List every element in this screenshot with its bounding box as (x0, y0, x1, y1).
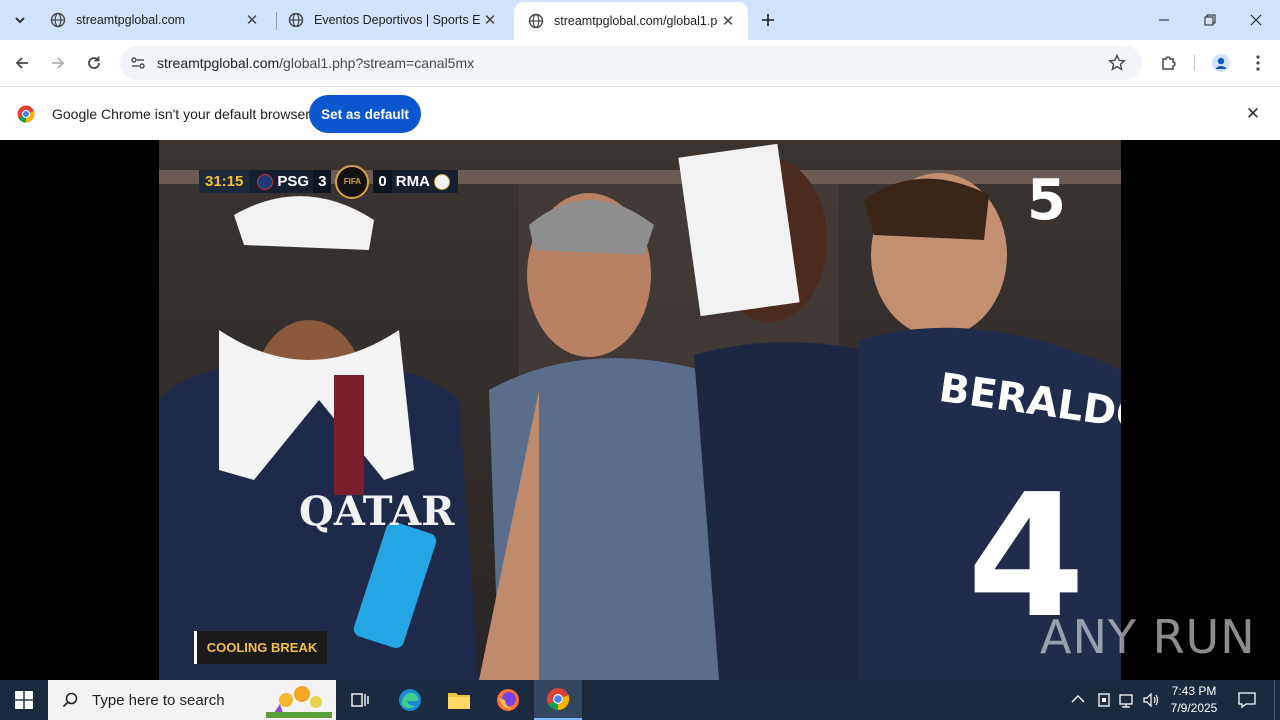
windows-taskbar: Type here to search 7:43 PM 7/9/2025 (0, 680, 1280, 720)
restore-button[interactable] (1187, 0, 1233, 40)
globe-icon (288, 12, 304, 28)
edge-taskbar-button[interactable] (386, 680, 434, 720)
restore-icon (1204, 14, 1216, 26)
browser-toolbar: streamtpglobal.com/global1.php?stream=ca… (0, 40, 1280, 86)
home-team: PSG (249, 170, 314, 193)
reload-button[interactable] (80, 49, 108, 77)
tab-streamtpglobal[interactable]: streamtpglobal.com ✕ (36, 0, 272, 40)
tab-title: Eventos Deportivos | Sports Eve (314, 13, 480, 27)
chevron-up-icon[interactable] (1071, 694, 1085, 704)
sponsor-text: QATAR (299, 488, 455, 535)
tab-search-button[interactable] (8, 8, 32, 32)
url-path: /global1.php?stream=canal5mx (279, 55, 475, 71)
show-desktop-button[interactable] (1274, 680, 1280, 720)
extensions-button[interactable] (1155, 49, 1183, 77)
site-info-icon[interactable] (130, 55, 146, 71)
back-button[interactable] (8, 49, 36, 77)
globe-icon (528, 13, 544, 29)
arrow-left-icon (15, 57, 28, 69)
task-view-icon (351, 693, 369, 707)
tab-title: streamtpglobal.com/global1.ph (554, 14, 718, 28)
reload-icon (88, 56, 100, 69)
set-as-default-button[interactable]: Set as default (309, 95, 421, 133)
notification-icon[interactable] (1238, 691, 1256, 709)
globe-icon (50, 12, 66, 28)
folder-icon (448, 693, 470, 709)
tab-strip: streamtpglobal.com ✕ Eventos Deportivos … (0, 0, 1280, 40)
taskbar-search-box[interactable]: Type here to search (48, 680, 336, 720)
url-text: streamtpglobal.com/global1.php?stream=ca… (157, 55, 474, 71)
flowers-decoration-icon (266, 686, 332, 718)
network-icon[interactable] (1119, 692, 1137, 708)
arrow-right-icon (52, 57, 65, 69)
page-content: BERALDO 4 QATAR 31:15 PSG 3 FIFA 0 RMA 5… (0, 140, 1280, 680)
puzzle-icon (1162, 56, 1176, 70)
channel-logo: 5 (1027, 168, 1066, 233)
forward-button[interactable] (44, 49, 72, 77)
more-vertical-icon (1256, 55, 1260, 71)
clock-date: 7/9/2025 (1170, 701, 1218, 715)
plus-icon (762, 14, 774, 26)
infobar-message: Google Chrome isn't your default browser (52, 106, 310, 122)
psg-crest-icon (257, 173, 274, 190)
away-score: 0 (373, 170, 392, 193)
video-frame-image: BERALDO 4 QATAR (159, 140, 1121, 680)
new-tab-button[interactable] (756, 8, 780, 32)
cooling-break-caption: COOLING BREAK (194, 631, 327, 664)
firefox-icon (497, 689, 519, 711)
tab-title: streamtpglobal.com (76, 13, 186, 27)
firefox-taskbar-button[interactable] (484, 680, 532, 720)
search-placeholder: Type here to search (92, 691, 225, 709)
close-tab-icon[interactable]: ✕ (480, 10, 500, 30)
tournament-logo-icon: FIFA (335, 164, 370, 199)
chevron-down-icon (15, 17, 25, 24)
minimize-button[interactable] (1141, 0, 1187, 40)
chrome-logo-icon (17, 105, 35, 123)
chrome-icon (547, 688, 570, 711)
anyrun-watermark: ANY RUN (1040, 610, 1256, 664)
away-team: RMA (391, 170, 458, 193)
close-tab-icon[interactable]: ✕ (242, 10, 262, 30)
close-icon (1250, 14, 1262, 26)
taskbar-clock[interactable]: 7:43 PM 7/9/2025 (1164, 683, 1224, 717)
file-explorer-button[interactable] (435, 680, 483, 720)
video-player[interactable]: BERALDO 4 QATAR 31:15 PSG 3 FIFA 0 RMA 5… (159, 140, 1121, 680)
infobar-close-icon[interactable]: ✕ (1242, 103, 1264, 125)
home-team-name: PSG (277, 173, 310, 190)
minimize-icon (1159, 19, 1169, 21)
away-team-name: RMA (395, 173, 430, 190)
address-bar[interactable]: streamtpglobal.com/global1.php?stream=ca… (120, 46, 1142, 80)
default-browser-infobar: Google Chrome isn't your default browser… (0, 86, 1280, 140)
match-clock: 31:15 (199, 170, 250, 193)
windows-logo-icon (15, 691, 33, 709)
toolbar-divider (1194, 55, 1195, 71)
close-window-button[interactable] (1233, 0, 1279, 40)
scoreboard: 31:15 PSG 3 FIFA 0 RMA (199, 164, 458, 199)
edge-icon (399, 689, 421, 711)
search-icon (62, 692, 78, 708)
start-button[interactable] (0, 680, 48, 720)
home-score: 3 (313, 170, 332, 193)
tab-active-global1[interactable]: streamtpglobal.com/global1.ph ✕ (514, 2, 748, 40)
clock-time: 7:43 PM (1171, 684, 1217, 698)
bookmark-star-icon[interactable] (1108, 54, 1126, 72)
chrome-taskbar-button[interactable] (534, 680, 582, 720)
profile-avatar-icon (1212, 54, 1230, 72)
task-view-button[interactable] (336, 680, 384, 720)
url-host: streamtpglobal.com (157, 55, 280, 71)
menu-button[interactable] (1244, 49, 1272, 77)
rma-crest-icon (433, 173, 450, 190)
usb-device-icon[interactable] (1096, 692, 1112, 708)
volume-icon[interactable] (1142, 692, 1160, 708)
close-tab-icon[interactable]: ✕ (718, 11, 738, 31)
tab-eventos-deportivos[interactable]: Eventos Deportivos | Sports Eve ✕ (274, 0, 510, 40)
profile-button[interactable] (1207, 49, 1235, 77)
